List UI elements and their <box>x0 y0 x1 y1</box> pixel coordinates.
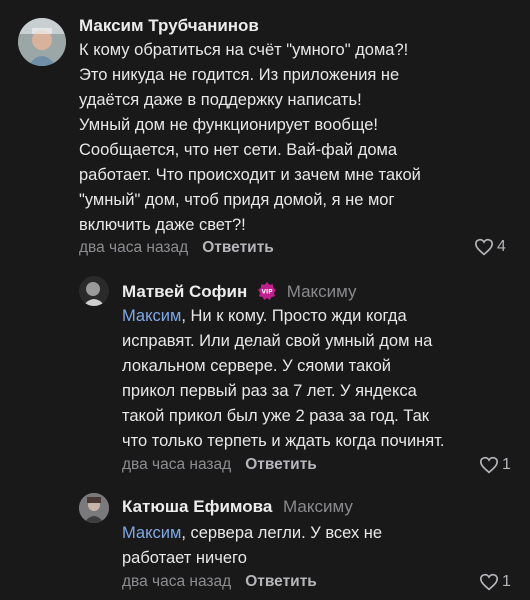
timestamp: два часа назад <box>122 456 232 473</box>
heart-outline-icon <box>474 238 494 256</box>
like-button[interactable]: 1 <box>479 456 511 474</box>
mention-link[interactable]: Максим <box>122 524 181 542</box>
reply: Катюша Ефимова Максиму Максим, сервера л… <box>0 482 530 600</box>
vip-badge-icon: VIP <box>258 281 276 300</box>
comment-text-line: включить даже свет?! <box>79 216 246 234</box>
like-count: 1 <box>502 456 511 473</box>
reply-to[interactable]: Максиму <box>283 497 353 516</box>
comment-text: К кому обратиться на счёт "умного" дома?… <box>79 38 421 238</box>
comment: Максим Трубчанинов К кому обратиться на … <box>0 0 530 265</box>
comment-meta: два часа назад Ответить <box>79 239 274 257</box>
reply-text-line: прикол первый раз за 7 лет. У яндекса <box>122 382 417 400</box>
reply-text-line: Максим, сервера легли. У всех не <box>122 524 383 542</box>
comment-text-line: К кому обратиться на счёт "умного" дома?… <box>79 41 409 59</box>
reply-text-line: локальном сервере. У сяоми такой <box>122 357 391 375</box>
heart-outline-icon <box>479 573 499 591</box>
reply-text: Максим, Ни к кому. Просто жди когда испр… <box>122 304 445 454</box>
reply-meta: два часа назад Ответить <box>122 573 317 591</box>
reply-text: Максим, сервера легли. У всех не работае… <box>122 521 382 571</box>
reply-author: Катюша Ефимова Максиму <box>122 497 353 517</box>
avatar-photo-icon <box>18 18 66 66</box>
comment-text-line: Сообщается, что нет сети. Вай-фай дома <box>79 141 398 159</box>
reply-text-line: исправят. Или делай свой умный дом на <box>122 332 433 350</box>
author-name[interactable]: Катюша Ефимова <box>122 497 272 516</box>
reply: Матвей Софин VIP Максиму Максим, Ни к ко… <box>0 268 530 478</box>
comment-author[interactable]: Максим Трубчанинов <box>79 16 259 36</box>
reply-button[interactable]: Ответить <box>202 239 274 256</box>
reply-button[interactable]: Ответить <box>245 573 317 590</box>
reply-author: Матвей Софин VIP Максиму <box>122 281 357 302</box>
author-name[interactable]: Матвей Софин <box>122 282 247 301</box>
reply-button[interactable]: Ответить <box>245 456 317 473</box>
reply-text-line: такой прикол был уже 2 раза за год. Так <box>122 407 430 425</box>
reply-text-line: что только терпеть и ждать когда починят… <box>122 432 445 450</box>
avatar[interactable] <box>79 493 109 523</box>
mention-link[interactable]: Максим <box>122 307 181 325</box>
heart-outline-icon <box>479 456 499 474</box>
comment-text-line: работает. Что происходит и зачем мне так… <box>79 166 421 184</box>
like-button[interactable]: 1 <box>479 573 511 591</box>
reply-text-line: Максим, Ни к кому. Просто жди когда <box>122 307 407 325</box>
timestamp: два часа назад <box>122 573 232 590</box>
avatar-photo-icon <box>79 276 109 306</box>
comment-text-line: "умный" дом, чтоб придя домой, я не мог <box>79 191 395 209</box>
like-count: 4 <box>497 238 506 255</box>
comment-text-line: Умный дом не функционирует вообще! <box>79 116 378 134</box>
timestamp: два часа назад <box>79 239 189 256</box>
reply-text-line: работает ничего <box>122 549 247 567</box>
vip-badge-label: VIP <box>262 289 274 295</box>
reply-meta: два часа назад Ответить <box>122 456 317 474</box>
avatar-photo-icon <box>79 493 109 523</box>
reply-to[interactable]: Максиму <box>287 282 357 301</box>
avatar[interactable] <box>79 276 109 306</box>
comment-text-line: Это никуда не годится. Из приложения не <box>79 66 400 84</box>
like-count: 1 <box>502 573 511 590</box>
avatar[interactable] <box>18 18 66 66</box>
comment-text-line: удаётся даже в поддержку написать! <box>79 91 362 109</box>
like-button[interactable]: 4 <box>474 238 506 256</box>
